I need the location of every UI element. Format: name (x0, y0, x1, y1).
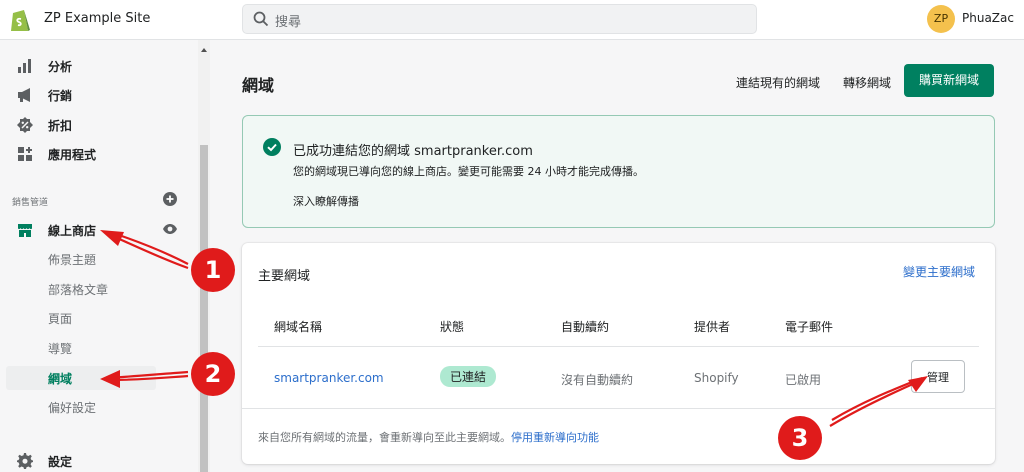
search-input[interactable]: 搜尋 (242, 4, 757, 34)
sidebar-subitem-navigation[interactable]: 導覽 (48, 340, 72, 357)
sidebar-item-label: 折扣 (48, 118, 73, 133)
transfer-domain-link[interactable]: 轉移網域 (843, 74, 891, 91)
header-status: 狀態 (440, 320, 465, 334)
add-channel-icon[interactable] (163, 192, 177, 206)
sidebar-item-label: 行銷 (48, 88, 73, 103)
user-name[interactable]: PhuaZac (962, 11, 1014, 25)
avatar[interactable]: ZP (927, 5, 955, 33)
card-title: 主要網域 (258, 269, 311, 284)
sidebar-item-online-store[interactable]: 線上商店 (16, 219, 96, 241)
footer-message: 來自您所有網域的流量，會重新導向至此主要網域。 (258, 431, 511, 444)
banner-text: 您的網域現已導向您的線上商店。變更可能需要 24 小時才能完成傳播。 (293, 165, 644, 178)
sidebar-item-label: 設定 (48, 454, 73, 469)
sidebar-item-settings[interactable]: 設定 (16, 450, 72, 472)
sidebar-subitem-themes[interactable]: 佈景主題 (48, 251, 96, 268)
sales-channels-title: 銷售管道 (12, 198, 49, 208)
annotation-marker-1: 1 (191, 248, 235, 292)
sidebar-item-label: 應用程式 (48, 147, 97, 162)
shopify-logo-icon[interactable] (9, 7, 31, 33)
sidebar-subitem-pages[interactable]: 頁面 (48, 310, 72, 327)
bar-chart-icon (16, 57, 34, 75)
sidebar-scroll-thumb[interactable] (200, 145, 208, 472)
header-provider: 提供者 (694, 320, 731, 334)
check-circle-icon (263, 138, 281, 156)
sidebar-item-label: 線上商店 (48, 223, 97, 238)
primary-domain-card: 主要網域 變更主要網域 網域名稱 狀態 自動續約 提供者 電子郵件 smartp… (242, 243, 995, 464)
apps-icon (16, 145, 34, 163)
header-auto-renew: 自動續約 (561, 320, 610, 334)
header-email: 電子郵件 (785, 320, 834, 334)
status-badge: 已連結 (440, 366, 497, 387)
megaphone-icon (16, 86, 34, 104)
provider-value: Shopify (694, 371, 739, 385)
top-bar: ZP Example Site 搜尋 ZP PhuaZac (0, 0, 1024, 40)
sidebar-subitem-domains[interactable]: 網域 (48, 370, 72, 387)
sidebar-subitem-preferences[interactable]: 偏好設定 (48, 399, 96, 416)
discount-icon (16, 116, 34, 134)
sidebar-item-marketing[interactable]: 行銷 (16, 84, 72, 106)
eye-icon[interactable] (162, 222, 178, 236)
annotation-marker-3: 3 (778, 416, 822, 460)
email-value: 已啟用 (785, 373, 822, 387)
page-title: 網域 (242, 76, 275, 95)
sidebar-item-apps[interactable]: 應用程式 (16, 143, 96, 165)
sidebar-subitem-blog-posts[interactable]: 部落格文章 (48, 281, 108, 298)
sidebar-item-analytics[interactable]: 分析 (16, 55, 72, 77)
store-icon (16, 221, 34, 239)
search-icon (253, 11, 269, 27)
active-item-highlight (6, 366, 156, 390)
footer-divider (242, 408, 995, 409)
domain-name-link[interactable]: smartpranker.com (274, 371, 384, 385)
search-placeholder: 搜尋 (275, 15, 302, 30)
sidebar-item-discounts[interactable]: 折扣 (16, 114, 72, 136)
banner-title: 已成功連結您的網域 smartpranker.com (293, 144, 533, 159)
footer-text: 來自您所有網域的流量，會重新導向至此主要網域。停用重新導向功能 (258, 429, 599, 445)
annotation-marker-2: 2 (191, 352, 235, 396)
site-name[interactable]: ZP Example Site (44, 11, 150, 26)
learn-propagation-link[interactable]: 深入瞭解傳播 (293, 193, 359, 209)
success-banner: 已成功連結您的網域 smartpranker.com 您的網域現已導向您的線上商… (242, 115, 995, 228)
table-divider (258, 346, 979, 347)
header-domain-name: 網域名稱 (274, 320, 323, 334)
manage-button[interactable]: 管理 (911, 360, 965, 393)
sidebar-item-label: 分析 (48, 59, 73, 74)
scroll-up-arrow-icon[interactable] (201, 48, 207, 52)
buy-new-domain-button[interactable]: 購買新網域 (904, 64, 994, 97)
connect-existing-domain-link[interactable]: 連結現有的網域 (736, 74, 820, 91)
auto-renew-value: 沒有自動續約 (561, 373, 634, 387)
gear-icon (16, 452, 34, 470)
disable-redirect-link[interactable]: 停用重新導向功能 (511, 431, 599, 444)
change-primary-domain-link[interactable]: 變更主要網域 (903, 263, 975, 280)
